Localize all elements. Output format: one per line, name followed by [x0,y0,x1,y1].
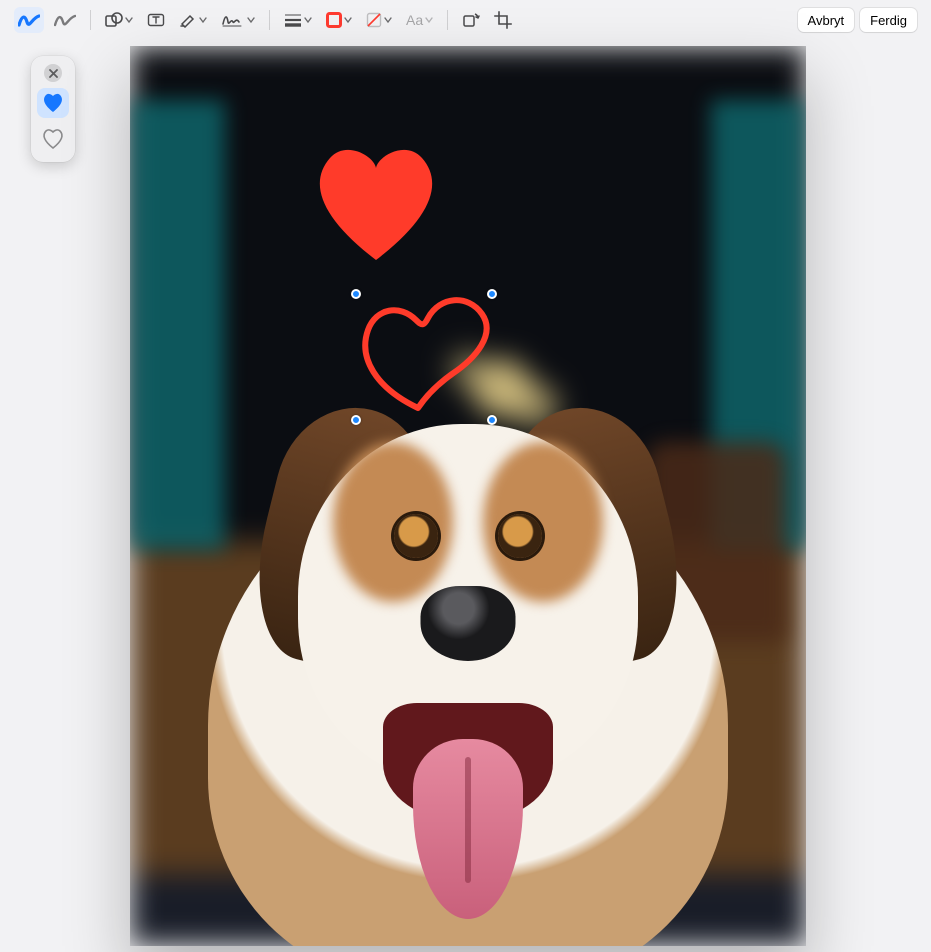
selection-handle-bl[interactable] [351,415,361,425]
sign-tool[interactable] [217,7,259,33]
done-button[interactable]: Ferdig [860,8,917,32]
cancel-button[interactable]: Avbryt [798,8,855,32]
selection-handle-tr[interactable] [487,289,497,299]
stroke-color-tool[interactable] [322,7,356,33]
rotate-tool[interactable] [458,7,484,33]
fill-color-tool[interactable] [362,7,396,33]
redact-tool[interactable] [175,7,211,33]
chevron-down-icon [247,16,255,24]
chevron-down-icon [425,16,433,24]
separator [269,10,270,30]
heart-outline-icon [41,128,65,150]
chevron-down-icon [199,16,207,24]
shapes-tool[interactable] [101,7,137,33]
crop-tool[interactable] [490,7,516,33]
heart-filled-icon [41,92,65,114]
draw-tool[interactable] [14,7,44,33]
done-label: Ferdig [870,13,907,28]
suggestion-heart-outline[interactable] [37,124,69,154]
annotation-heart-sketch[interactable] [356,290,494,418]
chevron-down-icon [344,16,352,24]
text-tool[interactable] [143,7,169,33]
chevron-down-icon [304,16,312,24]
text-style-tool[interactable]: Aa [402,7,437,33]
suggestion-heart-filled[interactable] [37,88,69,118]
annotation-layer [130,46,806,946]
selection-handle-tl[interactable] [351,289,361,299]
cancel-label: Avbryt [808,13,845,28]
selection-handle-br[interactable] [487,415,497,425]
annotation-heart-filled[interactable] [306,138,446,266]
popover-close-button[interactable] [44,64,62,82]
stroke-width-tool[interactable] [280,7,316,33]
canvas-stage[interactable] [130,46,806,946]
chevron-down-icon [125,16,133,24]
chevron-down-icon [384,16,392,24]
close-icon [49,69,58,78]
markup-toolbar: Aa Avbryt Ferdig [0,0,931,40]
separator [447,10,448,30]
separator [90,10,91,30]
highlight-tool[interactable] [50,7,80,33]
shape-suggestion-popover [31,56,75,162]
